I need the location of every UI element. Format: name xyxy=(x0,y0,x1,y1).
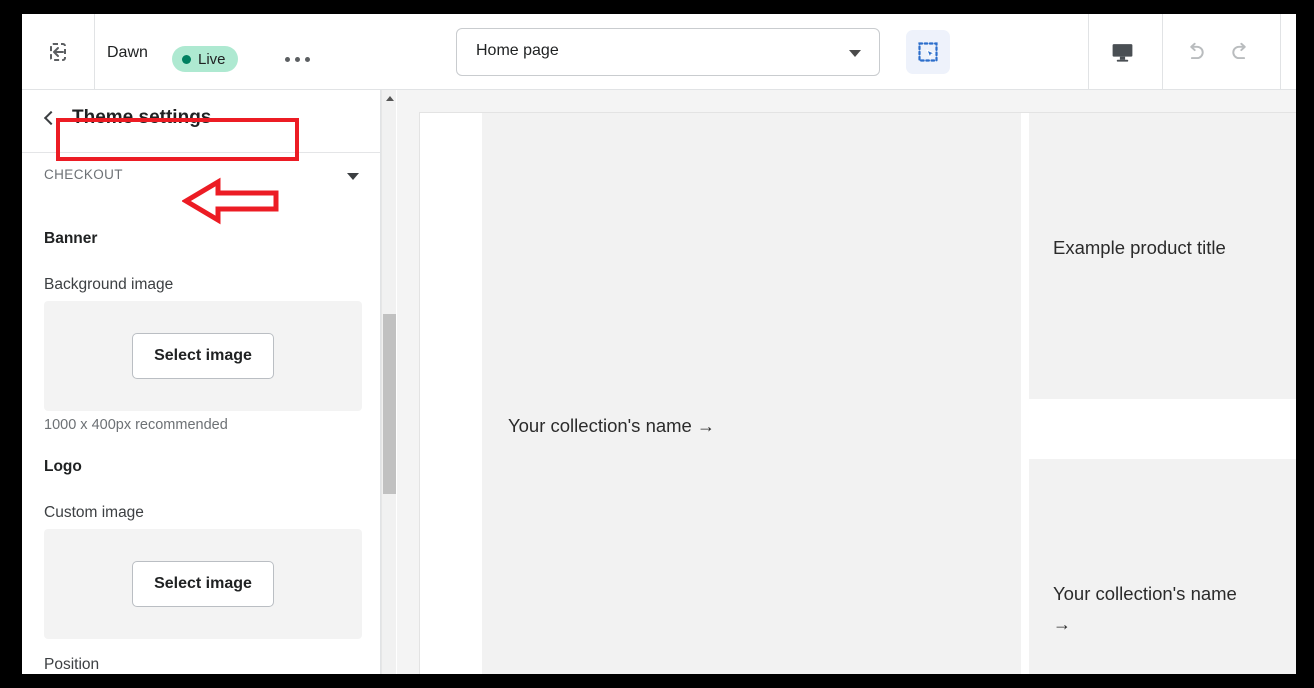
page-select[interactable]: Home page xyxy=(456,28,880,76)
background-image-hint: 1000 x 400px recommended xyxy=(44,417,228,433)
sidebar-scrollbar[interactable] xyxy=(381,90,396,674)
caret-up-icon xyxy=(385,95,394,101)
background-image-picker: Select image xyxy=(44,301,362,411)
top-toolbar: Dawn Live Home page xyxy=(22,14,1296,90)
undo-icon xyxy=(1190,42,1204,60)
exit-icon xyxy=(50,43,66,61)
preview-area: Example product title Your collection's … xyxy=(397,90,1296,674)
toolbar-divider-2 xyxy=(1088,14,1089,90)
preview-placeholder-collection-small[interactable] xyxy=(1029,459,1296,674)
redo-icon xyxy=(1232,42,1246,60)
preview-collection-link-2-label: Your collection's name xyxy=(1053,583,1237,604)
panel-header: Theme settings xyxy=(22,90,380,153)
sidebar-scrollbar-thumb[interactable] xyxy=(383,314,396,494)
theme-name-label: Dawn xyxy=(107,44,148,61)
more-horizontal-icon-dot-1 xyxy=(284,56,290,62)
select-custom-image-button[interactable]: Select image xyxy=(132,561,274,607)
page-select-value: Home page xyxy=(476,42,559,59)
redo-button[interactable] xyxy=(1218,31,1262,73)
status-badge-label: Live xyxy=(198,50,226,68)
arrow-right-icon: → xyxy=(1053,613,1071,634)
select-background-image-button[interactable]: Select image xyxy=(132,333,274,379)
preview-placeholder-collection-large[interactable] xyxy=(482,113,1021,674)
section-title-logo: Logo xyxy=(44,458,82,475)
chevron-down-icon xyxy=(849,50,861,57)
settings-group-checkout[interactable]: CHECKOUT xyxy=(22,153,380,200)
storefront-preview[interactable]: Example product title Your collection's … xyxy=(419,112,1296,674)
toolbar-divider-1 xyxy=(94,14,95,90)
field-label-custom-image: Custom image xyxy=(44,504,144,521)
preview-collection-link-2[interactable]: Your collection's name → xyxy=(1053,579,1243,638)
more-horizontal-icon-dot-3 xyxy=(304,56,310,62)
preview-collection-link-1[interactable]: Your collection's name → xyxy=(508,411,838,441)
section-title-banner: Banner xyxy=(44,230,98,247)
exit-editor-button[interactable] xyxy=(36,31,80,73)
preview-collection-link-1-label: Your collection's name xyxy=(508,415,692,436)
page-title: Theme settings xyxy=(72,107,212,128)
scroll-up-button[interactable] xyxy=(382,90,397,106)
status-badge[interactable]: Live xyxy=(172,46,238,72)
inspector-toggle-button[interactable] xyxy=(906,30,950,74)
settings-group-label: CHECKOUT xyxy=(44,167,123,182)
more-options-button[interactable] xyxy=(272,46,322,72)
app-window: Dawn Live Home page Theme settings CHECK… xyxy=(22,14,1296,674)
live-status-dot xyxy=(182,54,191,64)
more-horizontal-icon-dot-2 xyxy=(294,56,300,62)
toolbar-divider-3 xyxy=(1162,14,1163,90)
chevron-down-icon xyxy=(347,173,359,180)
field-label-background-image: Background image xyxy=(44,276,174,293)
field-label-position: Position xyxy=(44,656,100,673)
chevron-left-icon xyxy=(43,110,59,126)
toolbar-divider-4 xyxy=(1280,14,1281,90)
arrow-right-icon: → xyxy=(696,416,715,436)
desktop-icon xyxy=(1112,43,1132,62)
undo-button[interactable] xyxy=(1174,31,1218,73)
settings-sidebar: Theme settings CHECKOUT Banner Backgroun… xyxy=(22,90,381,674)
back-to-sections-button[interactable]: Theme settings xyxy=(36,101,221,135)
device-preview-button[interactable] xyxy=(1100,31,1144,73)
preview-product-title: Example product title xyxy=(1053,237,1226,258)
custom-image-picker: Select image xyxy=(44,529,362,639)
inspector-select-icon xyxy=(918,42,938,62)
